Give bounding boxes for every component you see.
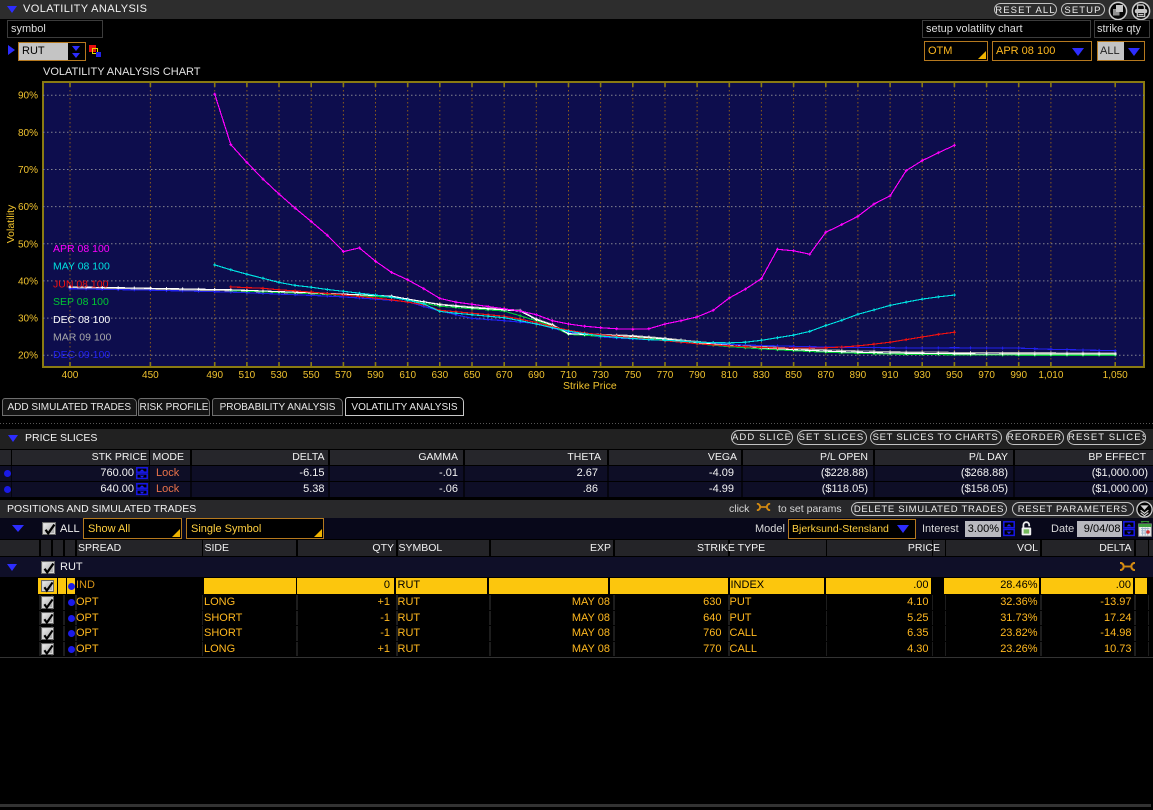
svg-text:890: 890: [850, 370, 867, 381]
svg-text:SEP 08 100: SEP 08 100: [53, 296, 109, 308]
svg-text:550: 550: [303, 370, 320, 381]
svg-text:690: 690: [528, 370, 545, 381]
svg-text:20%: 20%: [18, 351, 38, 362]
svg-text:510: 510: [239, 370, 256, 381]
svg-text:Volatility: Volatility: [5, 204, 17, 243]
svg-text:MAR 09 100: MAR 09 100: [53, 332, 112, 344]
svg-text:530: 530: [271, 370, 288, 381]
svg-text:Strike Price: Strike Price: [563, 380, 617, 392]
svg-text:450: 450: [142, 370, 159, 381]
svg-text:1,010: 1,010: [1038, 370, 1063, 381]
svg-text:VOLATILITY ANALYSIS CHART: VOLATILITY ANALYSIS CHART: [43, 66, 201, 78]
svg-text:60%: 60%: [18, 202, 38, 213]
svg-text:650: 650: [464, 370, 481, 381]
svg-text:JUN 08 100: JUN 08 100: [53, 278, 109, 290]
svg-text:80%: 80%: [18, 128, 38, 139]
svg-text:90%: 90%: [18, 91, 38, 102]
svg-text:40%: 40%: [18, 276, 38, 287]
svg-text:750: 750: [624, 370, 641, 381]
svg-text:DEC 08 100: DEC 08 100: [53, 314, 110, 326]
svg-text:670: 670: [496, 370, 513, 381]
svg-text:400: 400: [62, 370, 79, 381]
svg-text:930: 930: [914, 370, 931, 381]
svg-text:570: 570: [335, 370, 352, 381]
svg-text:770: 770: [657, 370, 674, 381]
svg-text:490: 490: [206, 370, 223, 381]
svg-text:790: 790: [689, 370, 706, 381]
svg-text:990: 990: [1010, 370, 1027, 381]
svg-text:910: 910: [882, 370, 899, 381]
svg-text:50%: 50%: [18, 239, 38, 250]
svg-text:870: 870: [817, 370, 834, 381]
svg-text:950: 950: [946, 370, 963, 381]
svg-text:70%: 70%: [18, 165, 38, 176]
svg-text:850: 850: [785, 370, 802, 381]
svg-text:830: 830: [753, 370, 770, 381]
svg-text:30%: 30%: [18, 314, 38, 325]
svg-text:APR 08 100: APR 08 100: [53, 243, 110, 255]
svg-text:DEC 09 100: DEC 09 100: [53, 349, 110, 361]
svg-text:630: 630: [431, 370, 448, 381]
svg-text:590: 590: [367, 370, 384, 381]
svg-text:1,050: 1,050: [1103, 370, 1128, 381]
svg-text:970: 970: [978, 370, 995, 381]
svg-text:MAY 08 100: MAY 08 100: [53, 261, 110, 273]
svg-text:610: 610: [399, 370, 416, 381]
svg-text:810: 810: [721, 370, 738, 381]
